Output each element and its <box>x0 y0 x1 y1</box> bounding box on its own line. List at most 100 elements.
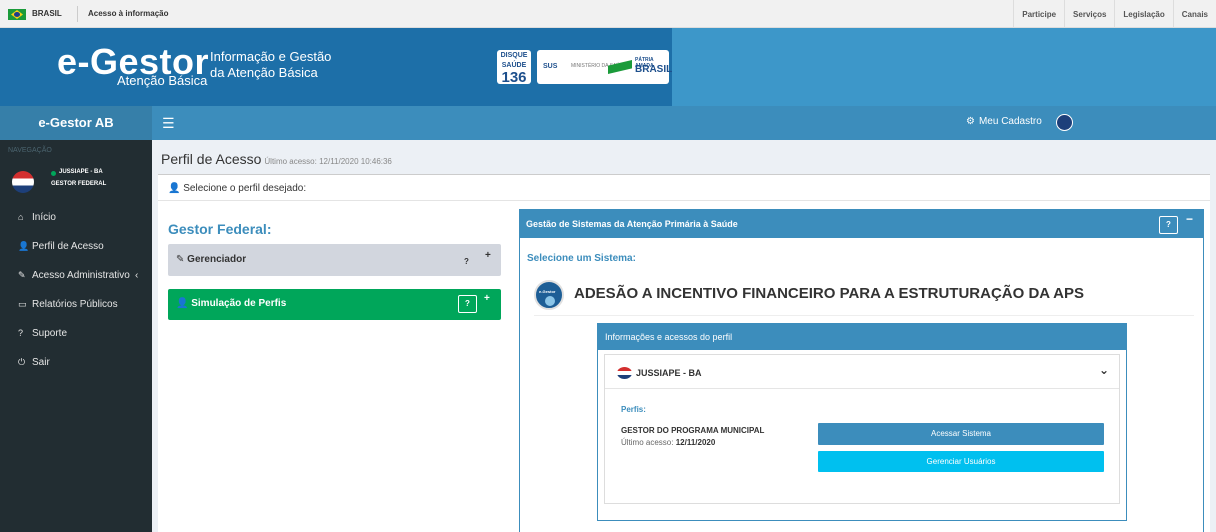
government-logo: SUS MINISTÉRIO DA SAÚDE PÁTRIA AMADA BRA… <box>537 50 673 84</box>
brasil-label: BRASIL <box>635 64 673 75</box>
gestor-federal-heading: Gestor Federal: <box>168 221 272 237</box>
logo-text: e-Gestor <box>539 289 556 294</box>
profile-info-header: Informações e acessos do perfil <box>598 324 1126 350</box>
help-button[interactable]: ? <box>1159 216 1178 234</box>
simulacao-perfis-panel[interactable]: 👤 Simulação de Perfis ? + <box>168 289 501 320</box>
page-title: Perfil de Acesso <box>161 151 262 167</box>
tagline-line2: da Atenção Básica <box>210 65 318 80</box>
expand-button[interactable]: + <box>485 250 491 261</box>
sidebar-brand[interactable]: e-Gestor AB <box>0 106 152 140</box>
simulacao-label: Simulação de Perfis <box>191 298 287 309</box>
systems-panel-header: Gestão de Sistemas da Atenção Primária à… <box>520 210 1203 238</box>
help-button[interactable]: ? <box>464 257 469 266</box>
profile-last-access: Último acesso: 12/11/2020 <box>621 438 715 447</box>
profile-info-panel: Informações e acessos do perfil JUSSIAPE… <box>597 323 1127 521</box>
divider <box>158 200 1210 201</box>
sidebar-item-suporte[interactable]: ? Suporte <box>0 319 152 348</box>
divider <box>534 315 1194 316</box>
home-icon: ⌂ <box>18 212 24 222</box>
sidebar-item-inicio[interactable]: ⌂ Início <box>0 203 152 232</box>
user-panel: JUSSIAPE - BA GESTOR FEDERAL <box>8 168 148 198</box>
gerenciar-usuarios-button[interactable]: Gerenciar Usuários <box>818 451 1104 472</box>
chevron-left-icon: ‹ <box>135 270 139 281</box>
power-icon: ⏻ <box>18 357 26 367</box>
gov-bar: BRASIL Acesso à informação Participe Ser… <box>0 0 1216 28</box>
profile-name: GESTOR DO PROGRAMA MUNICIPAL <box>621 426 765 435</box>
header-banner: e-Gestor Atenção Básica Informação e Ges… <box>0 28 1216 106</box>
simulacao-title: 👤 Simulação de Perfis <box>176 298 286 309</box>
municipality-name: JUSSIAPE - BA <box>636 368 702 378</box>
municipality-flag-icon <box>617 367 632 379</box>
wrench-icon: ✎ <box>176 254 188 265</box>
chevron-down-icon[interactable]: ⌄ <box>1099 363 1109 377</box>
gov-link-participe[interactable]: Participe <box>1013 0 1064 28</box>
top-navbar: ☰ ⚙ Meu Cadastro <box>152 106 1216 140</box>
systems-panel-title: Gestão de Sistemas da Atenção Primária à… <box>526 219 738 229</box>
sidebar-menu: ⌂ Início 👤 Perfil de Acesso ✎ Acesso Admini… <box>0 203 152 377</box>
gov-links: Participe Serviços Legislação Canais <box>1013 0 1216 28</box>
gear-icon: ⚙ <box>966 116 975 127</box>
gov-link-canais[interactable]: Canais <box>1172 0 1216 28</box>
sus-logo: SUS <box>543 63 558 70</box>
user-avatar[interactable] <box>1056 114 1073 131</box>
gov-link-servicos[interactable]: Serviços <box>1064 0 1114 28</box>
municipality-card: JUSSIAPE - BA ⌄ Perfis: GESTOR DO PROGRA… <box>604 354 1120 504</box>
profile-info-title: Informações e acessos do perfil <box>605 332 733 342</box>
access-info-link[interactable]: Acesso à informação <box>88 9 168 18</box>
nav-label: NAVEGAÇÃO <box>8 147 52 154</box>
meu-cadastro-label: Meu Cadastro <box>978 116 1042 127</box>
logo-subtitle: Atenção Básica <box>117 73 208 88</box>
gerenciador-label: Gerenciador <box>187 254 247 265</box>
gerenciador-title: ✎ Gerenciador <box>176 254 246 265</box>
content-area: Perfil de Acesso Último acesso: 12/11/202… <box>152 140 1216 532</box>
sidebar-item-perfil-de-acesso[interactable]: 👤 Perfil de Acesso <box>0 232 152 261</box>
disque-saude-logo: DISQUE SAÚDE 136 <box>497 50 531 86</box>
sidebar-item-label: Relatórios Públicos <box>32 299 118 310</box>
sidebar-item-label: Início <box>32 212 56 223</box>
sidebar: e-Gestor AB NAVEGAÇÃO JUSSIAPE - BA GEST… <box>0 106 152 532</box>
avatar <box>12 171 34 193</box>
page-header: Perfil de Acesso Último acesso: 12/11/202… <box>161 151 392 167</box>
logo-mark-icon <box>545 296 555 306</box>
online-status-icon <box>51 171 56 176</box>
select-profile-header: 👤 Selecione o perfil desejado: <box>168 183 306 194</box>
collapse-button[interactable]: − <box>1186 212 1193 226</box>
laptop-icon: ▭ <box>18 299 27 309</box>
user-icon: 👤 <box>18 241 30 251</box>
select-system-label: Selecione um Sistema: <box>527 253 636 264</box>
sidebar-item-label: Acesso Administrativo <box>32 270 130 281</box>
expand-button[interactable]: + <box>484 293 490 304</box>
help-button[interactable]: ? <box>458 295 477 313</box>
sidebar-item-label: Perfil de Acesso <box>32 241 104 252</box>
system-title[interactable]: ADESÃO A INCENTIVO FINANCEIRO PARA A EST… <box>574 285 1084 302</box>
disque-number: 136 <box>501 69 527 86</box>
user-icon: 👤 <box>176 298 192 309</box>
systems-panel: Gestão de Sistemas da Atenção Primária à… <box>519 209 1204 532</box>
select-profile-label: Selecione o perfil desejado: <box>183 183 307 194</box>
sidebar-item-sair[interactable]: ⏻ Sair <box>0 348 152 377</box>
brazil-flag-icon <box>8 9 26 20</box>
gov-link-legislacao[interactable]: Legislação <box>1114 0 1172 28</box>
disque-label: DISQUE <box>500 52 528 59</box>
wrench-icon: ✎ <box>18 270 26 280</box>
brasil-link[interactable]: BRASIL <box>32 9 62 18</box>
sidebar-item-relatorios-publicos[interactable]: ▭ Relatórios Públicos <box>0 290 152 319</box>
sidebar-item-label: Suporte <box>32 328 68 339</box>
sidebar-item-label: Sair <box>32 357 50 368</box>
municipality-row[interactable]: JUSSIAPE - BA ⌄ <box>605 355 1119 389</box>
meu-cadastro-link[interactable]: ⚙ Meu Cadastro <box>966 116 1042 127</box>
last-access-value: 12/11/2020 <box>675 438 716 447</box>
page-last-access: Último acesso: 12/11/2020 10:46:36 <box>264 157 392 166</box>
acessar-sistema-button[interactable]: Acessar Sistema <box>818 423 1104 445</box>
user-icon: 👤 <box>168 183 184 194</box>
perfis-label: Perfis: <box>621 405 646 414</box>
gerenciador-panel[interactable]: ✎ Gerenciador ? + <box>168 244 501 276</box>
sidebar-item-acesso-administrativo[interactable]: ✎ Acesso Administrativo ‹ <box>0 261 152 290</box>
profile-box: 👤 Selecione o perfil desejado: Gestor Fe… <box>158 174 1210 532</box>
menu-toggle-icon[interactable]: ☰ <box>162 115 175 131</box>
user-name: JUSSIAPE - BA <box>59 169 103 175</box>
user-role: GESTOR FEDERAL <box>51 181 107 187</box>
divider <box>77 6 78 22</box>
egestor-system-logo: e-Gestor <box>534 280 564 310</box>
question-icon: ? <box>18 328 24 338</box>
